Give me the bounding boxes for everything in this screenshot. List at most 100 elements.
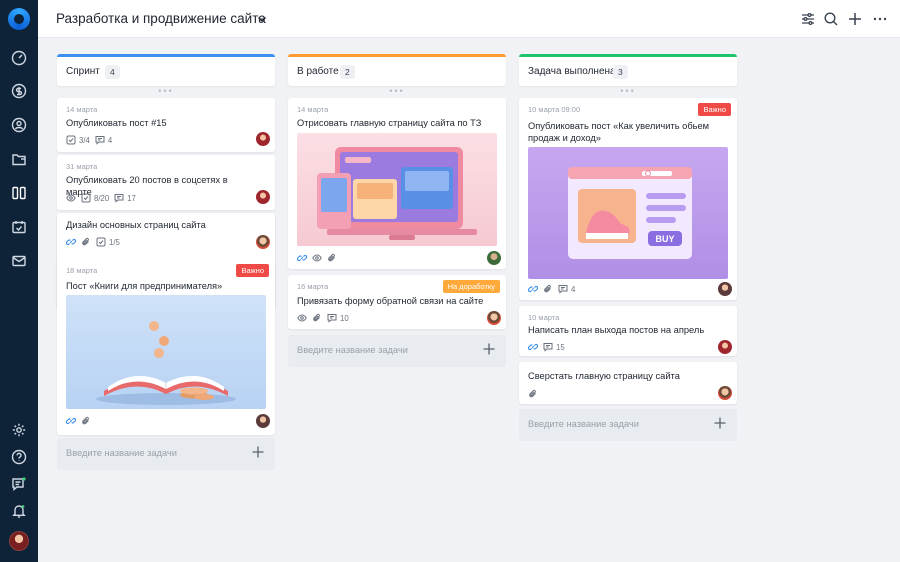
task-card[interactable]: Сверстать главную страницу сайта bbox=[519, 362, 737, 404]
settings-icon[interactable] bbox=[10, 421, 28, 439]
avatar[interactable] bbox=[9, 531, 29, 551]
column-count: 4 bbox=[105, 65, 120, 79]
card-meta: 8/20 17 bbox=[66, 193, 136, 203]
calendar-icon[interactable] bbox=[10, 218, 28, 236]
mail-icon[interactable] bbox=[10, 252, 28, 270]
card-title: Сверстать главную страницу сайта bbox=[528, 371, 680, 381]
column-done: Задача выполнена 3 ••• 10 марта 09:00 Ва… bbox=[519, 54, 737, 444]
avatar[interactable] bbox=[487, 251, 501, 265]
card-title: Опубликовать пост #15 bbox=[66, 118, 167, 128]
link-icon bbox=[528, 285, 538, 293]
task-card[interactable]: 14 марта Отрисовать главную страницу сай… bbox=[288, 98, 506, 269]
task-card[interactable]: 14 марта Опубликовать пост #15 3/4 4 bbox=[57, 98, 275, 152]
add-task-input[interactable]: Введите название задачи bbox=[519, 409, 737, 441]
card-title: Дизайн основных страниц сайта bbox=[66, 220, 206, 230]
page-title: Разработка и продвижение сайта bbox=[56, 11, 266, 26]
card-title: Пост «Книги для предпринимателя» bbox=[66, 281, 223, 291]
drag-handle[interactable]: ••• bbox=[57, 86, 275, 98]
attachment-icon bbox=[82, 237, 89, 246]
eye-icon bbox=[297, 314, 307, 322]
column-header[interactable]: Спринт 4 bbox=[57, 54, 275, 86]
attachment-icon bbox=[529, 389, 536, 398]
more-icon[interactable] bbox=[872, 11, 888, 27]
column-count: 3 bbox=[613, 65, 628, 79]
eye-icon bbox=[66, 194, 76, 202]
comment-icon bbox=[327, 314, 337, 323]
add-task-input[interactable]: Введите название задачи bbox=[57, 438, 275, 470]
avatar[interactable] bbox=[256, 235, 270, 249]
card-title: Привязать форму обратной связи на сайте bbox=[297, 296, 484, 306]
checklist-icon bbox=[66, 135, 76, 145]
attachment-icon bbox=[82, 416, 89, 425]
plus-icon[interactable] bbox=[251, 445, 265, 459]
eye-icon bbox=[312, 254, 322, 262]
shop-illustration: BUY bbox=[568, 167, 692, 259]
checklist-icon bbox=[96, 237, 106, 247]
filter-icon[interactable] bbox=[800, 11, 816, 27]
task-card[interactable]: 10 марта Написать план выхода постов на … bbox=[519, 306, 737, 356]
card-meta: 1/5 bbox=[66, 237, 120, 247]
kanban-icon[interactable] bbox=[10, 184, 28, 202]
card-meta: 3/4 4 bbox=[66, 135, 112, 145]
card-title: Опубликовать пост «Как увеличить обьем п… bbox=[528, 121, 710, 143]
card-title: Отрисовать главную страницу сайта по ТЗ bbox=[297, 118, 482, 128]
card-meta bbox=[528, 389, 538, 399]
card-date: 10 марта 09:00 bbox=[528, 105, 581, 114]
card-date: 10 марта bbox=[528, 313, 560, 322]
avatar[interactable] bbox=[487, 311, 501, 325]
drag-handle[interactable]: ••• bbox=[519, 86, 737, 98]
card-meta: 4 bbox=[528, 284, 575, 294]
card-date: 16 марта bbox=[297, 282, 329, 291]
avatar[interactable] bbox=[256, 190, 270, 204]
sidebar bbox=[0, 0, 38, 562]
user-icon[interactable] bbox=[10, 116, 28, 134]
column-header[interactable]: Задача выполнена 3 bbox=[519, 54, 737, 86]
avatar[interactable] bbox=[718, 340, 732, 354]
chevron-down-icon[interactable] bbox=[255, 12, 269, 26]
comment-icon bbox=[95, 136, 105, 145]
avatar[interactable] bbox=[256, 414, 270, 428]
comment-icon bbox=[543, 343, 553, 352]
avatar[interactable] bbox=[718, 386, 732, 400]
checklist-icon bbox=[81, 193, 91, 203]
card-date: 14 марта bbox=[66, 105, 98, 114]
task-card[interactable]: 18 марта Важно Пост «Книги для предприни… bbox=[57, 259, 275, 435]
task-card[interactable]: 31 марта Опубликовать 20 постов в соцсет… bbox=[57, 155, 275, 210]
column-sprint: Спринт 4 ••• 14 марта Опубликовать пост … bbox=[57, 54, 275, 474]
card-title: Написать план выхода постов на апрель bbox=[528, 325, 705, 335]
logo-icon[interactable] bbox=[8, 8, 30, 30]
bell-icon[interactable] bbox=[10, 502, 28, 520]
status-badge: На доработку bbox=[442, 280, 500, 293]
task-card[interactable]: 16 марта На доработку Привязать форму об… bbox=[288, 275, 506, 329]
finance-icon[interactable] bbox=[10, 82, 28, 100]
plus-icon[interactable] bbox=[713, 416, 727, 430]
help-icon[interactable] bbox=[10, 448, 28, 466]
comment-icon bbox=[558, 285, 568, 294]
book-illustration bbox=[96, 321, 236, 405]
plus-icon[interactable] bbox=[847, 11, 863, 27]
folder-icon[interactable] bbox=[10, 150, 28, 168]
drag-handle[interactable]: ••• bbox=[288, 86, 506, 98]
task-card[interactable]: 10 марта 09:00 Важно Опубликовать пост «… bbox=[519, 98, 737, 300]
add-task-input[interactable]: Введите название задачи bbox=[288, 335, 506, 367]
chat-icon[interactable] bbox=[10, 475, 28, 493]
card-image bbox=[66, 295, 266, 409]
buy-label: BUY bbox=[655, 234, 674, 244]
column-header[interactable]: В работе 2 bbox=[288, 54, 506, 86]
attachment-icon bbox=[544, 284, 551, 293]
card-meta bbox=[66, 416, 91, 426]
dashboard-icon[interactable] bbox=[10, 49, 28, 67]
avatar[interactable] bbox=[256, 132, 270, 146]
card-date: 14 марта bbox=[297, 105, 329, 114]
search-icon[interactable] bbox=[823, 11, 839, 27]
link-icon bbox=[66, 417, 76, 425]
plus-icon[interactable] bbox=[482, 342, 496, 356]
status-badge: Важно bbox=[236, 264, 269, 277]
avatar[interactable] bbox=[718, 282, 732, 296]
card-date: 31 марта bbox=[66, 162, 98, 171]
card-date: 18 марта bbox=[66, 266, 98, 275]
attachment-icon bbox=[328, 253, 335, 262]
comment-icon bbox=[114, 194, 124, 203]
card-meta: 10 bbox=[297, 313, 349, 323]
card-meta bbox=[297, 253, 337, 263]
